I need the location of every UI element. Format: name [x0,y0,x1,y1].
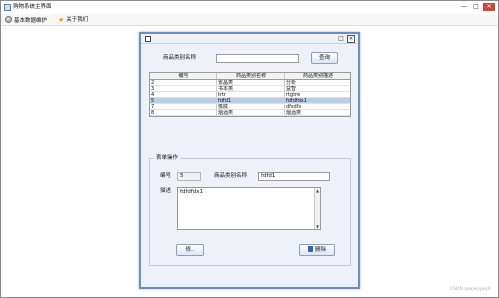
cell-id: 2 [150,80,217,85]
trash-icon [307,246,313,252]
cell-id: 8 [150,110,217,115]
menu-bar: 基本数据维护 ★ 关于我们 [1,14,498,26]
search-input[interactable] [216,54,299,63]
delete-button-label: 删除 [314,247,326,253]
cell-desc: 分析 [286,80,297,85]
column-header-id[interactable]: 编号 [150,73,217,79]
name-label: 商品类别名称 [214,173,248,179]
cell-desc: fdfdfdx1 [286,98,307,103]
menu-about-us[interactable]: ★ 关于我们 [58,16,88,25]
table-row[interactable]: 8 烟酒类 烟酒类 [150,110,350,116]
cell-id: 4 [150,92,217,97]
cell-id: 3 [150,86,217,91]
modify-button[interactable]: 修.. [176,244,204,256]
id-label: 编号 [160,173,172,179]
cell-name: 雀晶类 [217,80,285,85]
scroll-up-icon[interactable]: ▲ [315,188,320,193]
category-maintenance-frame: □ ✕ 商品类别名称 查询 编号 商品类别名称 商品类别描述 2 雀晶类 分析 … [139,32,360,289]
search-label: 商品类别名称 [163,55,197,61]
cell-name: 像底 [217,104,285,109]
id-field[interactable]: 5 [177,172,201,181]
table-header: 编号 商品类别名称 商品类别描述 [150,73,350,80]
cell-name: fdfd1 [217,98,285,103]
star-icon: ★ [58,16,65,24]
cell-name: 书本类 [217,86,285,91]
cell-desc: dfsdfs [286,104,302,109]
desc-text: fdfdfdx1 [180,189,204,195]
title-bar: 购物系统主界面 — □ ✕ [1,1,498,14]
close-button[interactable]: ✕ [483,3,495,11]
cell-name: 烟酒类 [217,110,285,115]
cell-id: 5 [150,98,217,103]
footer-watermark: CSDN @wjwyjwyd [450,287,491,292]
data-icon [5,16,12,23]
scroll-down-icon[interactable]: ▼ [315,224,320,229]
form-group: 表单操作 编号 5 商品类别名称 fdfd1 描述 fdfdfdx1 ▲ ▼ 修… [149,155,351,266]
maximize-button[interactable]: □ [471,3,481,11]
cell-name: trtr [217,92,285,97]
desc-label: 描述 [160,188,172,194]
column-header-desc[interactable]: 商品类别描述 [285,73,350,79]
form-group-title: 表单操作 [154,155,181,162]
delete-button[interactable]: 删除 [299,244,335,256]
app-icon [4,4,11,11]
desc-scrollbar[interactable]: ▲ ▼ [314,188,320,229]
frame-title-bar[interactable]: □ ✕ [141,34,358,44]
cell-desc: rtgtre [286,92,301,97]
category-table: 编号 商品类别名称 商品类别描述 2 雀晶类 分析 3 书本类 益智 4 trt… [149,72,351,117]
window-title: 购物系统主界面 [13,4,52,10]
menu-about-us-label: 关于我们 [66,17,89,23]
frame-close-button[interactable]: ✕ [347,35,355,43]
menu-basic-data-label: 基本数据维护 [14,18,48,24]
cell-desc: 烟酒类 [286,110,302,115]
column-header-name[interactable]: 商品类别名称 [217,73,285,79]
cell-desc: 益智 [286,86,297,91]
desc-textarea[interactable]: fdfdfdx1 ▲ ▼ [177,187,321,230]
cell-id: 7 [150,104,217,109]
main-window: 购物系统主界面 — □ ✕ 基本数据维护 ★ 关于我们 □ ✕ 商品类别名称 查询… [0,0,499,298]
frame-maximize-button[interactable]: □ [337,35,345,43]
frame-system-icon[interactable] [145,36,151,42]
query-button[interactable]: 查询 [311,52,338,64]
minimize-button[interactable]: — [459,3,469,11]
name-field[interactable]: fdfd1 [258,172,330,181]
menu-basic-data[interactable]: 基本数据维护 [5,16,47,25]
